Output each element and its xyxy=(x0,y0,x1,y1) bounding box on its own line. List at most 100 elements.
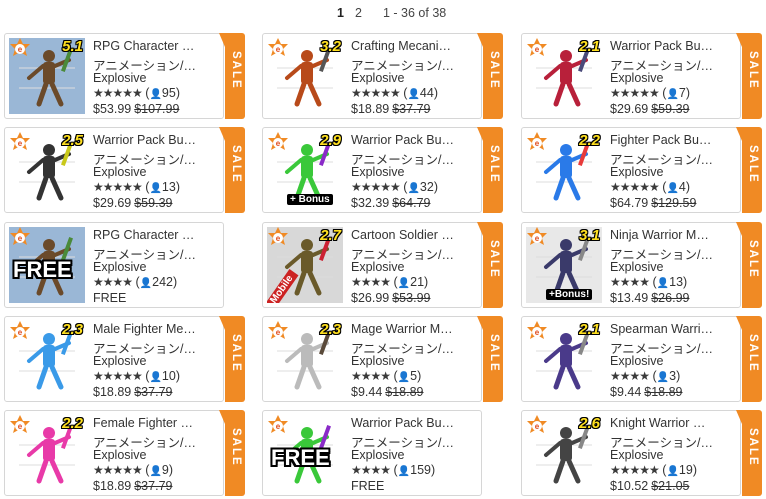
sale-ribbon: SALE xyxy=(225,33,245,119)
svg-text:e: e xyxy=(535,45,540,54)
product-title[interactable]: Cartoon Soldier … xyxy=(351,228,477,242)
review-count: (👤21) xyxy=(393,275,429,289)
publisher-name[interactable]: Explosive xyxy=(93,165,147,179)
publisher-name[interactable]: Explosive xyxy=(610,165,664,179)
product-thumbnail[interactable]: 3.2 e xyxy=(267,38,343,114)
product-title[interactable]: Warrior Pack Bu… xyxy=(351,133,477,147)
rating: ★★★★ (👤5) xyxy=(351,369,421,383)
publisher-name[interactable]: Explosive xyxy=(610,354,664,368)
publisher-name[interactable]: Explosive xyxy=(351,448,405,462)
price: $9.44 $18.89 xyxy=(351,385,424,399)
product-card[interactable]: 2.1 e Warrior Pack Bu… アニメーション/… Explosi… xyxy=(521,33,762,119)
product-title[interactable]: Male Fighter Me… xyxy=(93,322,219,336)
publisher-name[interactable]: Explosive xyxy=(93,260,147,274)
product-title[interactable]: Knight Warrior … xyxy=(610,416,736,430)
product-title[interactable]: Female Fighter … xyxy=(93,416,219,430)
publisher-logo-icon: e xyxy=(268,132,288,150)
user-icon: 👤 xyxy=(656,278,670,289)
current-price: $29.69 xyxy=(610,102,649,116)
publisher-name[interactable]: Explosive xyxy=(93,71,147,85)
product-title[interactable]: Spearman Warri… xyxy=(610,322,736,336)
product-thumbnail[interactable]: 5.1 e xyxy=(9,38,85,114)
product-card[interactable]: 2.3 e Male Fighter Me… アニメーション/… Explosi… xyxy=(4,316,245,402)
original-price: $37.79 xyxy=(392,102,431,116)
product-thumbnail[interactable]: 2.5 e xyxy=(9,132,85,208)
product-thumbnail[interactable]: 2.9 + Bonus e xyxy=(267,132,343,208)
sale-ribbon: SALE xyxy=(225,127,245,213)
product-title[interactable]: RPG Character … xyxy=(93,39,219,53)
price: $29.69 $59.39 xyxy=(93,196,172,210)
product-card[interactable]: 3.2 e Crafting Mecani… アニメーション/… Explosi… xyxy=(262,33,503,119)
publisher-name[interactable]: Explosive xyxy=(351,260,405,274)
product-card[interactable]: 2.9 + Bonus e Warrior Pack Bu… アニメーション/…… xyxy=(262,127,503,213)
product-card[interactable]: 3.1 +Bonus! e Ninja Warrior M… アニメーション/…… xyxy=(521,222,762,308)
product-thumbnail[interactable]: 2.2 e xyxy=(9,415,85,491)
sale-ribbon: SALE xyxy=(742,33,762,119)
product-thumbnail[interactable]: 3.1 +Bonus! e xyxy=(526,227,602,303)
product-thumbnail[interactable]: 2.6 e xyxy=(526,415,602,491)
page-2-link[interactable]: 2 xyxy=(355,6,362,20)
product-card[interactable]: 5.1 e RPG Character … アニメーション/… Explosiv… xyxy=(4,33,245,119)
product-thumbnail[interactable]: 2.3 e xyxy=(9,321,85,397)
product-title[interactable]: Fighter Pack Bu… xyxy=(610,133,736,147)
product-card[interactable]: 2.2 e Female Fighter … アニメーション/… Explosi… xyxy=(4,410,245,496)
product-thumbnail[interactable]: 2.7 Mobile e xyxy=(267,227,343,303)
version-badge: 2.5 xyxy=(62,132,83,149)
current-price: $9.44 xyxy=(610,385,642,399)
rating-stars: ★★★★ xyxy=(351,463,391,477)
user-icon: 👤 xyxy=(407,183,420,194)
sale-ribbon: SALE xyxy=(483,316,503,402)
product-title[interactable]: Ninja Warrior M… xyxy=(610,228,736,242)
user-icon: 👤 xyxy=(397,466,411,477)
user-icon: 👤 xyxy=(407,89,420,100)
publisher-logo-icon: e xyxy=(527,132,547,150)
product-thumbnail[interactable]: FREE e xyxy=(267,415,343,491)
product-title[interactable]: Mage Warrior M… xyxy=(351,322,477,336)
publisher-logo-icon: e xyxy=(268,227,288,245)
publisher-name[interactable]: Explosive xyxy=(610,448,664,462)
product-card[interactable]: 2.3 e Mage Warrior M… アニメーション/… Explosiv… xyxy=(262,316,503,402)
product-thumbnail[interactable]: 2.3 e xyxy=(267,321,343,397)
free-overlay: FREE xyxy=(13,257,72,282)
publisher-name[interactable]: Explosive xyxy=(610,71,664,85)
product-thumbnail[interactable]: 2.1 e xyxy=(526,38,602,114)
current-price: $18.89 xyxy=(351,102,390,116)
rating-stars: ★★★★★ xyxy=(93,180,143,194)
product-title[interactable]: Warrior Pack Bu… xyxy=(93,133,219,147)
product-title[interactable]: RPG Character … xyxy=(93,228,219,242)
svg-text:e: e xyxy=(18,234,23,243)
product-card[interactable]: FREE e RPG Character … アニメーション/… Explosi… xyxy=(4,222,244,308)
rating: ★★★★★ (👤44) xyxy=(351,86,438,100)
publisher-name[interactable]: Explosive xyxy=(351,71,405,85)
version-badge: 2.3 xyxy=(62,321,83,338)
product-card[interactable]: 2.6 e Knight Warrior … アニメーション/… Explosi… xyxy=(521,410,762,496)
product-card[interactable]: 2.1 e Spearman Warri… アニメーション/… Explosiv… xyxy=(521,316,762,402)
product-title[interactable]: Warrior Pack Bu… xyxy=(351,416,477,430)
publisher-logo-icon: e xyxy=(527,227,547,245)
price: $29.69 $59.39 xyxy=(610,102,689,116)
publisher-name[interactable]: Explosive xyxy=(351,354,405,368)
publisher-name[interactable]: Explosive xyxy=(351,165,405,179)
product-title[interactable]: Warrior Pack Bu… xyxy=(610,39,736,53)
user-icon: 👤 xyxy=(666,89,679,100)
svg-text:e: e xyxy=(276,328,281,337)
results-range: 1 - 36 of 38 xyxy=(383,6,447,20)
product-card[interactable]: 2.7 Mobile e Cartoon Soldier … アニメーション/…… xyxy=(262,222,503,308)
product-card[interactable]: FREE e Warrior Pack Bu… アニメーション/… Explos… xyxy=(262,410,502,496)
price: $13.49 $26.99 xyxy=(610,291,689,305)
product-thumbnail[interactable]: 2.1 e xyxy=(526,321,602,397)
product-card[interactable]: 2.2 e Fighter Pack Bu… アニメーション/… Explosi… xyxy=(521,127,762,213)
product-card[interactable]: 2.5 e Warrior Pack Bu… アニメーション/… Explosi… xyxy=(4,127,245,213)
publisher-name[interactable]: Explosive xyxy=(610,260,664,274)
publisher-name[interactable]: Explosive xyxy=(93,354,147,368)
sale-ribbon: SALE xyxy=(483,127,503,213)
user-icon: 👤 xyxy=(149,89,162,100)
svg-text:e: e xyxy=(276,139,281,148)
product-title[interactable]: Crafting Mecani… xyxy=(351,39,477,53)
price: $18.89 $37.79 xyxy=(93,479,172,493)
version-badge: 2.7 xyxy=(320,227,341,244)
product-thumbnail[interactable]: FREE e xyxy=(9,227,85,303)
publisher-name[interactable]: Explosive xyxy=(93,448,147,462)
product-thumbnail[interactable]: 2.2 e xyxy=(526,132,602,208)
page-1-link[interactable]: 1 xyxy=(337,6,344,20)
